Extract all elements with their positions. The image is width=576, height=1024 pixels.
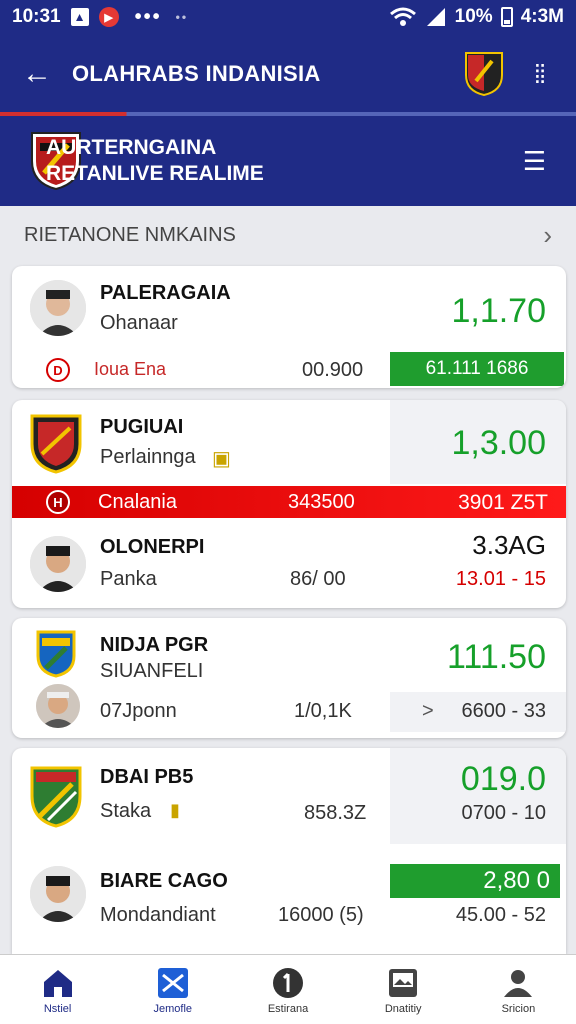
- wifi-icon: [389, 7, 416, 26]
- bar-label: Cnalania: [98, 491, 177, 513]
- nav-label: Jemofle: [153, 1002, 193, 1015]
- matches-icon: [157, 967, 188, 998]
- player-subtitle: Mondandiant: [100, 904, 216, 926]
- avatar: [30, 536, 86, 592]
- score: 111.50: [447, 638, 546, 676]
- team-crest-icon: [30, 414, 82, 474]
- team-subtitle: Perlainnga: [100, 446, 196, 468]
- odds-button[interactable]: 2,80 0: [390, 864, 560, 898]
- nav-label: Nstiel: [43, 1002, 72, 1015]
- score: 1,1.70: [451, 292, 546, 330]
- section-header[interactable]: RIETANONE NMKAINS ›: [0, 206, 576, 264]
- match-card[interactable]: DBAI PB5 Staka ▮ 858.3Z 019.0 0700 - 10 …: [12, 748, 566, 954]
- status-clock: 4:3M: [520, 6, 564, 27]
- trophy-icon: ▣: [212, 448, 231, 470]
- highlight-bar[interactable]: H Cnalania 343500 3901 Z5T: [12, 486, 566, 518]
- nav-label: Dnatitiy: [384, 1002, 422, 1015]
- team-name: PUGIUAI: [100, 416, 184, 438]
- home-icon: [43, 969, 72, 997]
- player-subtitle: Ohanaar: [100, 312, 178, 334]
- match-card[interactable]: PALERAGAIA Ohanaar 1,1.70 D Ioua Ena 00.…: [12, 266, 566, 388]
- match-card[interactable]: NIDJA PGR SIUANFELI 111.50 07Jponn 1/0,1…: [12, 618, 566, 738]
- score: 3.3AG: [472, 530, 546, 560]
- row-mid-value: 86/ 00: [290, 568, 346, 590]
- score: 1,3.00: [451, 424, 546, 462]
- more-notifications-icon: •••: [134, 5, 162, 28]
- player-name: 07Jponn: [100, 700, 177, 722]
- avatar: [30, 280, 86, 336]
- league-title-line2: RETANLIVE REALIME: [46, 162, 264, 185]
- bar-mid-value: 343500: [288, 491, 355, 513]
- odds-range: 0700 - 10: [461, 802, 546, 824]
- trophy-icon: ▮: [170, 800, 180, 820]
- battery-text: 10%: [454, 6, 493, 27]
- team-name: NIDJA PGR: [100, 634, 209, 656]
- nav-label: Estirana: [267, 1002, 309, 1015]
- odds-button[interactable]: 61.111 1686: [390, 352, 564, 386]
- odds-range: 45.00 - 52: [455, 904, 546, 926]
- team-subtitle: Staka: [100, 800, 152, 822]
- battery-icon: [500, 7, 513, 27]
- player-subtitle: Panka: [100, 568, 157, 590]
- more-notifications-icon: ••: [175, 10, 189, 24]
- league-title-line1: AURTERNGAINA: [46, 136, 217, 159]
- media-icon: ▶: [98, 7, 119, 27]
- chevron-right-icon[interactable]: ›: [543, 220, 552, 251]
- status-bar: 10:31 ▲ ▶ ••• •• 10% 4:3M: [0, 0, 576, 34]
- hamburger-menu-icon[interactable]: ☰: [523, 146, 546, 177]
- page-title: OLAHRABS INDANISIA: [72, 61, 321, 86]
- more-menu-icon[interactable]: ⁞⁞: [524, 59, 554, 90]
- club-crest-icon[interactable]: [464, 51, 504, 97]
- alert-icon: H: [46, 490, 70, 514]
- bottom-navigation: Nstiel Jemofle Estirana Dnatitiy Sricion: [0, 954, 576, 1024]
- team-crest-icon: [30, 766, 82, 828]
- row-mid-value: 16000 (5): [278, 904, 364, 926]
- row-value: 00.900: [302, 359, 364, 381]
- team-subtitle: SIUANFELI: [100, 660, 204, 682]
- app-bar: ← OLAHRABS INDANISIA ⁞⁞: [0, 34, 576, 114]
- score: 019.0: [460, 760, 546, 798]
- section-title: RIETANONE NMKAINS: [24, 223, 236, 246]
- avatar: [36, 684, 80, 728]
- odds-range: 13.01 - 15: [455, 568, 546, 590]
- player-name: OLONERPI: [100, 536, 205, 558]
- row-mid-value: 858.3Z: [304, 802, 367, 824]
- nav-label: Sricion: [501, 1002, 536, 1015]
- team-name: DBAI PB5: [100, 766, 194, 788]
- notification-icon: ▲: [70, 8, 89, 26]
- player-name: BIARE CAGO: [100, 870, 228, 892]
- signal-icon: [426, 8, 445, 26]
- nav-item-gallery[interactable]: Dnatitiy: [346, 955, 461, 1024]
- row-label: Ioua Ena: [94, 359, 167, 379]
- bar-value: 3901 Z5T: [458, 491, 548, 514]
- odds-range: 6600 - 33: [461, 700, 546, 722]
- player-name: PALERAGAIA: [100, 282, 231, 304]
- back-arrow-icon[interactable]: ←: [22, 57, 58, 91]
- stats-icon: [273, 967, 303, 998]
- status-time: 10:31: [12, 6, 61, 27]
- avatar: [30, 866, 86, 922]
- profile-icon: [504, 969, 533, 997]
- team-badge-icon: D: [46, 358, 70, 382]
- row-mid-value: 1/0,1K: [294, 700, 352, 722]
- match-card[interactable]: PUGIUAI Perlainnga ▣ 1,3.00 H Cnalania 3…: [12, 400, 566, 608]
- nav-item-matches[interactable]: Jemofle: [115, 955, 230, 1024]
- league-header: AURTERNGAINA RETANLIVE REALIME ☰: [0, 116, 576, 206]
- nav-item-stats[interactable]: Estirana: [230, 955, 345, 1024]
- gallery-icon: [389, 968, 418, 997]
- league-title: AURTERNGAINA RETANLIVE REALIME: [46, 135, 264, 187]
- arrow-right-icon: >: [422, 700, 434, 722]
- nav-item-profile[interactable]: Sricion: [461, 955, 576, 1024]
- nav-item-home[interactable]: Nstiel: [0, 955, 115, 1024]
- team-crest-icon: [36, 630, 76, 678]
